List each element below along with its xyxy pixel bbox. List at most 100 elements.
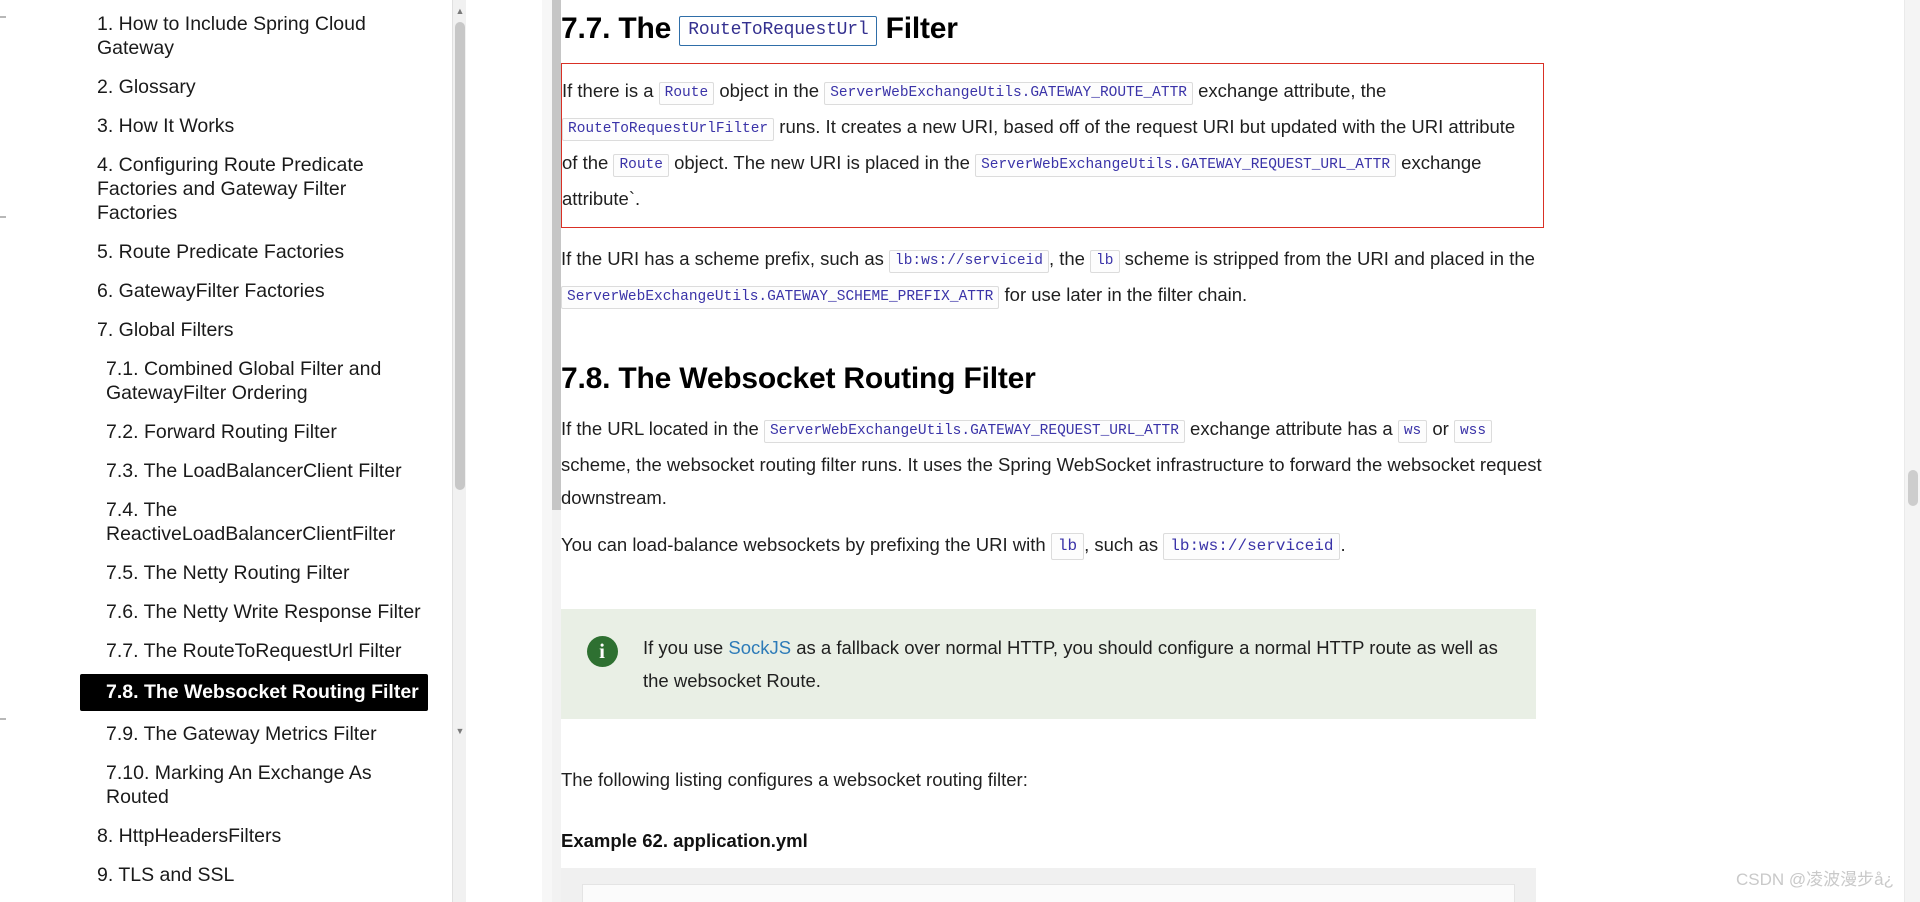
- content-left-track: [552, 0, 561, 510]
- text-fragment: If the URL located in the: [561, 418, 759, 439]
- toc-label: 7.5. The Netty Routing Filter: [106, 562, 350, 584]
- toc-label: 7.7. The RouteToRequestUrl Filter: [106, 640, 402, 662]
- section-77-paragraph-2: If the URI has a scheme prefix, such as …: [561, 242, 1544, 314]
- sidebar-item-8[interactable]: 8. HttpHeadersFilters: [0, 820, 552, 852]
- scroll-up-arrow-icon[interactable]: ▲: [455, 6, 465, 16]
- section-78-paragraph-2: You can load-balance websockets by prefi…: [561, 528, 1544, 563]
- section-77-paragraph-1: If there is a Route object in the Server…: [562, 74, 1529, 215]
- toc-label: 7.10. Marking An Exchange As Routed: [106, 762, 372, 808]
- section-78-heading: 7.8. The Websocket Routing Filter: [561, 362, 1036, 395]
- heading-suffix: Filter: [885, 12, 958, 45]
- sidebar-item-9[interactable]: 9. TLS and SSL: [0, 859, 552, 891]
- text-fragment: If the URI has a scheme prefix, such as: [561, 248, 884, 269]
- toc-label: 7.3. The LoadBalancerClient Filter: [106, 460, 402, 482]
- content-scrollbar-thumb[interactable]: [1908, 470, 1918, 506]
- sidebar-item-7-1[interactable]: 7.1. Combined Global Filter and GatewayF…: [0, 353, 552, 409]
- scroll-down-arrow-icon[interactable]: ▼: [455, 726, 465, 736]
- text-fragment: for use later in the filter chain.: [1004, 284, 1248, 305]
- text-fragment: .: [1340, 534, 1346, 555]
- sockjs-link[interactable]: SockJS: [728, 637, 791, 658]
- text-fragment: exchange attribute has a: [1190, 418, 1393, 439]
- note-text: If you use SockJS as a fallback over nor…: [643, 631, 1536, 697]
- content-scrollbar[interactable]: [1904, 0, 1920, 902]
- sidebar-item-7-8-active[interactable]: 7.8. The Websocket Routing Filter: [80, 674, 428, 711]
- code-listing-block: YAML spring: cloud: gateway:: [561, 868, 1536, 902]
- sidebar-item-1[interactable]: 1. How to Include Spring Cloud Gateway: [0, 8, 552, 64]
- toc-label: 7.1. Combined Global Filter and GatewayF…: [106, 358, 382, 404]
- highlighted-paragraph-box: If there is a Route object in the Server…: [561, 63, 1544, 228]
- text-fragment: exchange attribute, the: [1198, 80, 1387, 101]
- sidebar-item-3[interactable]: 3. How It Works: [0, 110, 552, 142]
- sidebar-item-7-7[interactable]: 7.7. The RouteToRequestUrl Filter: [0, 635, 552, 667]
- sidebar-item-7-10[interactable]: 7.10. Marking An Exchange As Routed: [0, 757, 552, 813]
- code-token-gateway-scheme-prefix-attr: ServerWebExchangeUtils.GATEWAY_SCHEME_PR…: [561, 286, 1000, 309]
- code-token-lb-2: lb: [1050, 533, 1085, 560]
- example-caption: Example 62. application.yml: [561, 830, 808, 851]
- toc-scrollbar-thumb[interactable]: [455, 22, 465, 490]
- sidebar-item-7-4[interactable]: 7.4. The ReactiveLoadBalancerClientFilte…: [0, 494, 552, 550]
- toc-label: 7.6. The Netty Write Response Filter: [106, 601, 421, 623]
- toc-label: 9. TLS and SSL: [97, 864, 235, 886]
- text-fragment: object. The new URI is placed in the: [674, 152, 970, 173]
- sidebar-item-7-6[interactable]: 7.6. The Netty Write Response Filter: [0, 596, 552, 628]
- code-token-gateway-route-attr: ServerWebExchangeUtils.GATEWAY_ROUTE_ATT…: [824, 82, 1193, 105]
- toc-scrollbar[interactable]: ▲ ▼: [452, 0, 466, 902]
- code-token-route: Route: [658, 82, 715, 105]
- content-left-track-lower: [552, 510, 561, 902]
- code-token-gateway-request-url-attr: ServerWebExchangeUtils.GATEWAY_REQUEST_U…: [975, 154, 1397, 177]
- sidebar-item-6[interactable]: 6. GatewayFilter Factories: [0, 275, 552, 307]
- heading-code-token: RouteToRequestUrl: [679, 16, 878, 46]
- sidebar-item-5[interactable]: 5. Route Predicate Factories: [0, 236, 552, 268]
- toc-label: 7. Global Filters: [97, 319, 234, 341]
- documentation-page: 1. How to Include Spring Cloud Gateway 2…: [0, 0, 1920, 902]
- code-token-route-2: Route: [613, 154, 669, 177]
- sidebar-item-2[interactable]: 2. Glossary: [0, 71, 552, 103]
- toc-label: 7.9. The Gateway Metrics Filter: [106, 723, 377, 745]
- toc-label: 4. Configuring Route Predicate Factories…: [97, 154, 364, 224]
- text-fragment: object in the: [719, 80, 820, 101]
- toc-label: 6. GatewayFilter Factories: [97, 280, 325, 302]
- text-fragment: scheme, the websocket routing filter run…: [561, 454, 1542, 508]
- info-icon: i: [586, 636, 618, 667]
- sidebar-item-7-9[interactable]: 7.9. The Gateway Metrics Filter: [0, 718, 552, 750]
- code-token-lb-ws-serviceid: lb:ws://serviceid: [889, 250, 1049, 273]
- sidebar-item-4[interactable]: 4. Configuring Route Predicate Factories…: [0, 149, 552, 229]
- text-fragment: , such as: [1084, 534, 1159, 555]
- section-78-paragraph-1: If the URL located in the ServerWebExcha…: [561, 412, 1544, 514]
- toc-label: 5. Route Predicate Factories: [97, 241, 345, 263]
- toc-label: 3. How It Works: [97, 115, 235, 137]
- text-fragment: If you use: [643, 637, 724, 658]
- code-token-wss: wss: [1453, 420, 1493, 443]
- toc-label: 1. How to Include Spring Cloud Gateway: [97, 13, 366, 59]
- sidebar-item-7[interactable]: 7. Global Filters: [0, 314, 552, 346]
- pane-divider: [542, 0, 552, 902]
- code-listing-inner: YAML spring: cloud: gateway:: [582, 884, 1515, 902]
- text-fragment: You can load-balance websockets by prefi…: [561, 534, 1046, 555]
- text-fragment: or: [1432, 418, 1449, 439]
- main-content-pane: 7.7. The RouteToRequestUrl Filter If the…: [552, 0, 1920, 902]
- text-fragment: If there is a: [562, 80, 654, 101]
- toc-label: 7.2. Forward Routing Filter: [106, 421, 337, 443]
- text-fragment: , the: [1048, 248, 1085, 269]
- sidebar-item-7-5[interactable]: 7.5. The Netty Routing Filter: [0, 557, 552, 589]
- sidebar-item-7-2[interactable]: 7.2. Forward Routing Filter: [0, 416, 552, 448]
- toc-label: 2. Glossary: [97, 76, 196, 98]
- code-token-lb-ws-serviceid-2: lb:ws://serviceid: [1163, 533, 1341, 560]
- section-78-lead-text: The following listing configures a webso…: [561, 769, 1028, 790]
- toc-label: 7.4. The ReactiveLoadBalancerClientFilte…: [106, 499, 396, 545]
- table-of-contents-pane: 1. How to Include Spring Cloud Gateway 2…: [0, 0, 552, 902]
- code-token-ws: ws: [1397, 420, 1428, 443]
- heading-prefix: 7.7. The: [561, 12, 672, 45]
- sidebar-item-7-3[interactable]: 7.3. The LoadBalancerClient Filter: [0, 455, 552, 487]
- watermark: CSDN @凌波漫步å¿: [1736, 870, 1894, 889]
- code-token-lb: lb: [1090, 250, 1120, 273]
- code-token-route-to-request-url-filter: RouteToRequestUrlFilter: [562, 118, 775, 141]
- toc-list: 1. How to Include Spring Cloud Gateway 2…: [0, 8, 552, 902]
- toc-label: 7.8. The Websocket Routing Filter: [106, 681, 419, 703]
- sidebar-item-10[interactable]: 10. Configuration: [0, 898, 552, 902]
- info-note-box: i If you use SockJS as a fallback over n…: [561, 609, 1536, 719]
- note-icon-cell: i: [561, 631, 643, 667]
- toc-label: 8. HttpHeadersFilters: [97, 825, 282, 847]
- text-fragment: scheme is stripped from the URI and plac…: [1124, 248, 1535, 269]
- section-77-heading: 7.7. The RouteToRequestUrl Filter: [561, 10, 1496, 49]
